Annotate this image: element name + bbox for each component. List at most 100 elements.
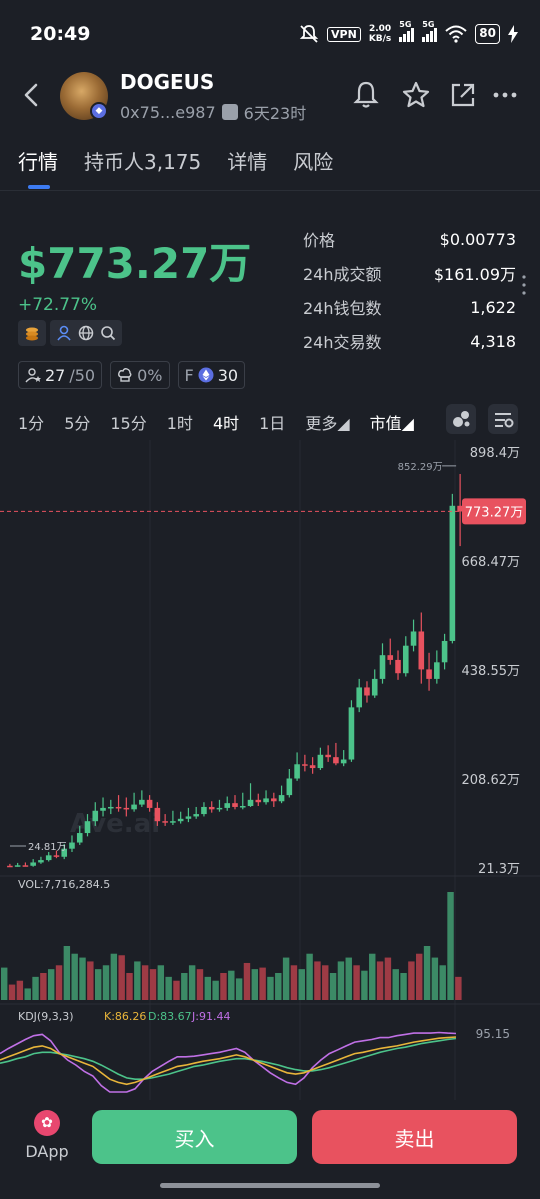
vertical-more-icon[interactable]: [522, 274, 526, 296]
status-bar: 20:49 VPN 2.00 KB/s 5G 5G 80: [0, 0, 540, 68]
tab-risk[interactable]: 风险: [293, 146, 333, 189]
candle-body: [108, 806, 114, 809]
tab-details[interactable]: 详情: [227, 146, 267, 189]
token-age: 6天23时: [243, 104, 307, 123]
charging-icon: [508, 25, 518, 43]
f-badge[interactable]: F 30: [177, 361, 246, 389]
indicator-tool-button[interactable]: [446, 404, 476, 434]
volume-bar: [306, 953, 313, 1000]
volume-bar: [376, 961, 384, 1000]
y-tick-label: 21.3万: [478, 862, 520, 877]
star-icon[interactable]: [401, 80, 431, 110]
f-label: F: [184, 365, 194, 385]
net-speed: 2.00 KB/s: [368, 24, 392, 44]
interval-more[interactable]: 更多◢: [305, 410, 349, 434]
candle-body: [232, 803, 238, 807]
candle-body: [317, 754, 324, 769]
volume-bar: [455, 976, 462, 1000]
stat-row-wallets: 24h钱包数 1,622: [303, 297, 516, 319]
chart-settings-button[interactable]: [488, 404, 518, 434]
bell-icon[interactable]: [351, 80, 381, 110]
interval-4h[interactable]: 4时: [213, 410, 239, 434]
kline-chart[interactable]: Ave.ai 898.4万 668.47万 438.55万 208.62万 21.3万 77…: [0, 440, 540, 1100]
chart-area[interactable]: Ave.ai 898.4万 668.47万 438.55万 208.62万 21.3万 77…: [0, 440, 540, 1100]
candle-body: [356, 687, 362, 708]
dev-badge[interactable]: 0%: [110, 361, 170, 389]
volume-bar: [423, 946, 431, 1000]
social-chip[interactable]: [50, 320, 122, 346]
interval-1d[interactable]: 1日: [259, 410, 285, 434]
candle-body: [379, 655, 386, 679]
candle-body: [123, 807, 130, 810]
candle-body: [333, 757, 339, 764]
share-icon[interactable]: [448, 80, 478, 110]
candle-body: [154, 807, 161, 822]
volume-bar: [361, 970, 368, 1000]
volume-bar: [55, 965, 63, 1000]
volume-bar: [47, 969, 55, 1000]
volume-bar: [8, 984, 16, 1000]
candle-body: [146, 799, 153, 808]
volume-bar: [102, 965, 110, 1000]
bottom-action-bar: ✿ DApp 买入 卖出: [0, 1100, 540, 1199]
candle-body: [84, 821, 91, 834]
coins-chip[interactable]: [18, 320, 46, 346]
volume-bar: [188, 965, 196, 1000]
volume-bar: [235, 978, 243, 1000]
token-address: 0x75...e987: [120, 102, 216, 122]
dapp-entry[interactable]: ✿ DApp: [22, 1110, 72, 1161]
volume-bar: [298, 969, 305, 1000]
chart-mode-mcap[interactable]: 市值◢: [370, 410, 414, 434]
battery-icon: 80: [475, 24, 500, 44]
interval-1h[interactable]: 1时: [167, 410, 193, 434]
volume-bar: [165, 976, 172, 1000]
badge-row: [18, 320, 122, 346]
candle-body: [76, 833, 83, 843]
candle-body: [139, 799, 145, 805]
kdj-j-line: [0, 1031, 457, 1093]
volume-bar: [24, 988, 31, 1000]
back-arrow-icon[interactable]: [18, 80, 46, 110]
token-address-row: 0x75...e987 6天23时: [120, 100, 306, 124]
interval-1m[interactable]: 1分: [18, 410, 44, 434]
candle-body: [402, 645, 409, 674]
stat-row-volume: 24h成交额 $161.09万: [303, 265, 516, 284]
candle-body: [224, 803, 231, 808]
signal-icon-2: 5G: [422, 20, 438, 42]
kdj-d-line: [0, 1037, 457, 1081]
volume-bar: [353, 965, 360, 1000]
volume-bar: [290, 965, 298, 1000]
status-time: 20:49: [30, 23, 91, 45]
wifi-icon: [445, 25, 467, 43]
kdj-k-label: K:86.26: [104, 1010, 146, 1023]
stat-row-price: 价格 $0.00773: [303, 229, 516, 251]
interval-5m[interactable]: 5分: [64, 410, 90, 434]
candle-body: [434, 662, 440, 679]
candle-body: [201, 806, 207, 815]
price-change: +72.77%: [18, 295, 98, 315]
copy-icon[interactable]: [221, 104, 238, 120]
more-icon[interactable]: [490, 80, 520, 110]
volume-bar: [32, 976, 39, 1000]
volume-bar: [110, 953, 118, 1000]
mute-icon: [299, 25, 319, 43]
tab-market[interactable]: 行情: [18, 146, 58, 189]
sell-button[interactable]: 卖出: [312, 1110, 517, 1164]
home-indicator: [160, 1183, 380, 1188]
candle-body: [92, 810, 99, 822]
candle-body: [426, 669, 432, 679]
token-header: ◆ DOGEUS 0x75...e987 6天23时: [0, 68, 540, 128]
buy-button[interactable]: 买入: [92, 1110, 297, 1164]
candle-body: [131, 804, 137, 810]
kdj-label: KDJ(9,3,3): [18, 1010, 74, 1023]
candle-body: [418, 631, 425, 670]
volume-bar: [134, 961, 141, 1000]
candle-body: [340, 759, 347, 764]
market-cap-value: $773.27万: [18, 239, 252, 288]
interval-15m[interactable]: 15分: [110, 410, 146, 434]
holders-badge[interactable]: 27/50: [18, 361, 103, 389]
dev-percent: 0%: [137, 365, 163, 385]
volume-bar: [16, 980, 24, 1000]
tab-holders[interactable]: 持币人3,175: [84, 146, 201, 189]
candle-body: [263, 798, 269, 803]
